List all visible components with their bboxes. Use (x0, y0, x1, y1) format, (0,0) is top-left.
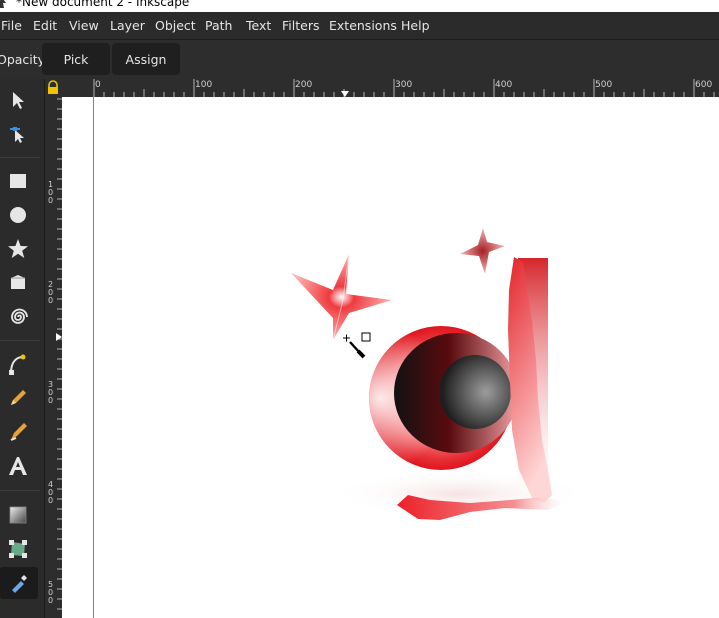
toolbox (0, 79, 45, 618)
lock-icon[interactable] (44, 79, 62, 97)
menu-bar: File Edit View Layer Object Path Text Fi… (0, 12, 719, 39)
menu-filters[interactable]: Filters (282, 18, 319, 33)
pen-tool[interactable] (4, 351, 32, 377)
selector-tool[interactable] (4, 87, 32, 113)
text-tool[interactable] (4, 453, 32, 479)
ellipse-tool[interactable] (4, 202, 32, 228)
toolbox-separator (0, 157, 40, 158)
small-star-shape (460, 228, 505, 274)
drawing-artwork (291, 228, 590, 520)
ruler-label-v500: 5 0 0 (48, 580, 54, 605)
calligraphy-pen-icon (10, 423, 27, 441)
toolbox-separator (0, 490, 40, 491)
horizontal-ruler[interactable]: 0 100 200 300 400 500 600 (62, 79, 719, 98)
ruler-label-v200: 2 0 0 (48, 280, 54, 305)
toolbox-separator (0, 340, 40, 341)
ruler-corner (44, 79, 62, 97)
menu-text[interactable]: Text (246, 18, 271, 33)
box-icon (11, 275, 25, 289)
menu-extensions[interactable]: Extensions (329, 18, 397, 33)
node-tool[interactable] (4, 121, 32, 147)
dropper-icon (12, 575, 27, 593)
spiral-tool[interactable] (4, 304, 32, 330)
dropper-cursor-icon (343, 332, 371, 359)
menu-edit[interactable]: Edit (33, 18, 57, 33)
text-a-icon (9, 457, 27, 475)
ruler-label-300: 300 (395, 80, 413, 90)
star-icon (8, 239, 28, 258)
pencil-tool[interactable] (4, 385, 32, 411)
ruler-label-0: 0 (95, 80, 101, 90)
ruler-label-400: 400 (495, 80, 513, 90)
large-star-shape (291, 254, 392, 340)
core-circle (439, 355, 511, 429)
node-arrow-icon (10, 127, 24, 143)
ruler-label-500: 500 (595, 80, 613, 90)
menu-help[interactable]: Help (401, 18, 430, 33)
ruler-label-600: 600 (695, 80, 713, 90)
ruler-label-v100: 1 0 0 (48, 180, 54, 205)
pen-bezier-icon (9, 354, 26, 375)
page-border (93, 97, 94, 618)
selector-arrow-icon (13, 92, 24, 109)
menu-path[interactable]: Path (205, 18, 232, 33)
rectangle-tool[interactable] (4, 168, 32, 194)
menu-file[interactable]: File (1, 18, 22, 33)
pencil-icon (11, 390, 26, 405)
ruler-label-v300: 3 0 0 (48, 380, 54, 405)
window-title: *New document 2 - Inkscape (16, 0, 190, 9)
menu-view[interactable]: View (69, 18, 99, 33)
3d-box-tool[interactable] (4, 270, 32, 296)
circle-icon (10, 207, 26, 223)
ruler-label-200: 200 (295, 80, 313, 90)
gradient-icon (9, 506, 27, 524)
tool-controls-bar: Opacity: Pick Assign (0, 39, 719, 80)
canvas[interactable] (62, 97, 719, 618)
calligraphy-tool[interactable] (4, 419, 32, 445)
rectangle-icon (10, 174, 26, 188)
spiral-icon (11, 308, 28, 324)
star-tool[interactable] (4, 236, 32, 262)
pick-button[interactable]: Pick (42, 43, 110, 75)
vertical-ruler[interactable]: 1 0 0 2 0 0 3 0 0 4 0 0 5 0 0 (44, 97, 62, 618)
ruler-label-v400: 4 0 0 (48, 480, 54, 505)
dropper-tool[interactable] (0, 567, 38, 599)
menu-object[interactable]: Object (155, 18, 196, 33)
ruler-label-100: 100 (195, 80, 213, 90)
mesh-tool[interactable] (4, 536, 32, 562)
title-bar: *New document 2 - Inkscape (0, 0, 719, 12)
menu-layer[interactable]: Layer (110, 18, 145, 33)
gradient-tool[interactable] (4, 502, 32, 528)
mesh-icon (9, 540, 27, 558)
inkscape-logo-icon (0, 0, 8, 8)
assign-button[interactable]: Assign (112, 43, 180, 75)
